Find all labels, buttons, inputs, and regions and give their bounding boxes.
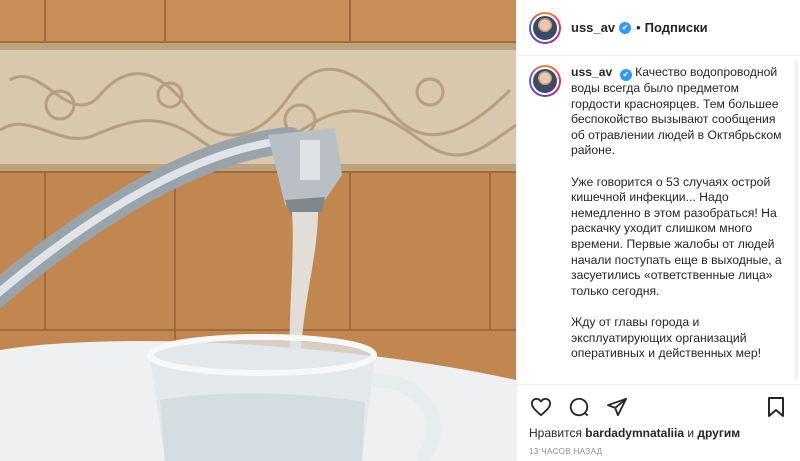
verified-badge-icon: ✔ xyxy=(619,69,632,81)
username-link[interactable]: uss_av xyxy=(571,20,615,35)
action-bar xyxy=(517,384,800,428)
caption-avatar-image xyxy=(531,67,559,95)
likes-and: и xyxy=(687,426,695,440)
likes-prefix: Нравится xyxy=(529,426,582,440)
caption-area: uss_av ✔ Качество водопроводной воды все… xyxy=(517,57,800,381)
share-icon[interactable] xyxy=(605,395,629,419)
liker-username-link[interactable]: bardadymnataliia xyxy=(585,426,684,440)
avatar[interactable] xyxy=(529,11,561,44)
verified-badge-icon: ✔ xyxy=(619,21,632,34)
post-header: uss_av ✔ • Подписки xyxy=(517,0,800,56)
likes-others-link[interactable]: другим xyxy=(697,426,740,440)
following-button[interactable]: Подписки xyxy=(645,20,708,35)
likes-line: Нравится bardadymnataliia и другим xyxy=(529,426,740,440)
separator-dot: • xyxy=(636,20,641,35)
post-side-panel: uss_av ✔ • Подписки uss_av ✔ Качество во… xyxy=(516,0,800,461)
faucet-photo-illustration xyxy=(0,0,516,461)
post-timestamp[interactable]: 13 ЧАСОВ НАЗАД xyxy=(529,447,602,456)
caption-avatar[interactable] xyxy=(529,65,561,97)
bookmark-icon[interactable] xyxy=(764,395,788,419)
caption-scrollbar[interactable] xyxy=(795,60,798,380)
caption-paragraph-2: Уже говорится о 53 случаях острой кишечн… xyxy=(571,174,782,298)
avatar-image xyxy=(531,13,559,42)
caption-text: uss_av ✔ Качество водопроводной воды все… xyxy=(571,65,786,381)
comment-icon[interactable] xyxy=(567,395,591,419)
caption-paragraph-3: Жду от главы города и эксплуатирующих ор… xyxy=(571,314,761,361)
caption-username-link[interactable]: uss_av xyxy=(571,65,612,79)
post-photo[interactable] xyxy=(0,0,516,461)
heart-icon[interactable] xyxy=(529,395,553,419)
